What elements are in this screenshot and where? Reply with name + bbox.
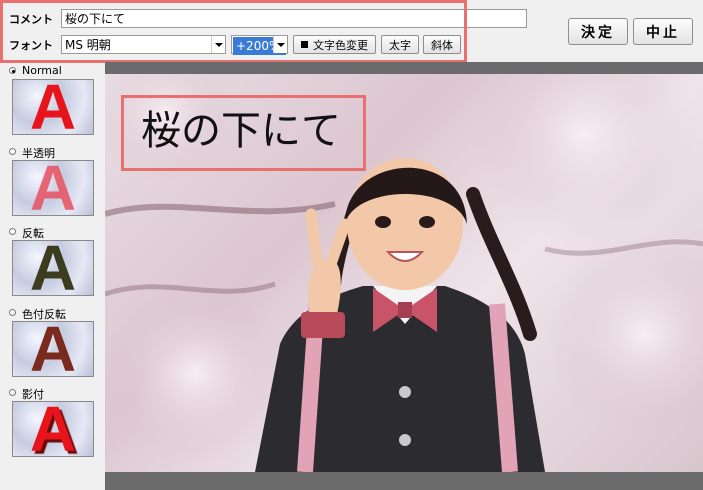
style-preview-normal[interactable]: A <box>12 79 94 135</box>
option-label-colored-inverted: 色付反転 <box>22 308 66 321</box>
style-preview-semi-transparent[interactable]: A <box>12 160 94 216</box>
ok-button-label: 決定 <box>581 24 615 41</box>
letter-a-glyph: A <box>29 240 77 296</box>
radio-colored-inverted[interactable] <box>9 309 16 316</box>
overlay-text[interactable]: 桜の下にて <box>141 104 341 158</box>
photo[interactable]: 桜の下にて <box>105 74 703 472</box>
radio-normal[interactable] <box>9 67 16 74</box>
option-label-inverted: 反転 <box>22 227 44 240</box>
letter-a-glyph: A <box>29 160 77 216</box>
radio-inverted[interactable] <box>9 228 16 235</box>
radio-shadow[interactable] <box>9 389 16 396</box>
style-preview-inverted[interactable]: A <box>12 240 94 296</box>
radio-semi-transparent[interactable] <box>9 148 16 155</box>
option-label-shadow: 影付 <box>22 388 44 401</box>
highlight-box-toolbar <box>0 0 467 63</box>
option-label-semi-transparent: 半透明 <box>22 147 55 160</box>
ok-button[interactable]: 決定 <box>568 18 628 45</box>
letter-a-glyph: A <box>29 401 77 457</box>
letter-a-glyph: A <box>29 321 77 377</box>
cancel-button-label: 中止 <box>646 24 680 41</box>
option-label-normal: Normal <box>22 64 62 77</box>
style-preview-shadow[interactable]: A <box>12 401 94 457</box>
style-panel: Normal A 半透明 A 反転 A 色付反転 A 影付 A <box>0 62 105 490</box>
cancel-button[interactable]: 中止 <box>633 18 693 45</box>
toolbar: コメント 桜の下にて フォント MS 明朝 +200% 文字色変更 太字 斜体 … <box>0 0 703 63</box>
style-preview-colored-inverted[interactable]: A <box>12 321 94 377</box>
letter-a-glyph: A <box>29 79 77 135</box>
